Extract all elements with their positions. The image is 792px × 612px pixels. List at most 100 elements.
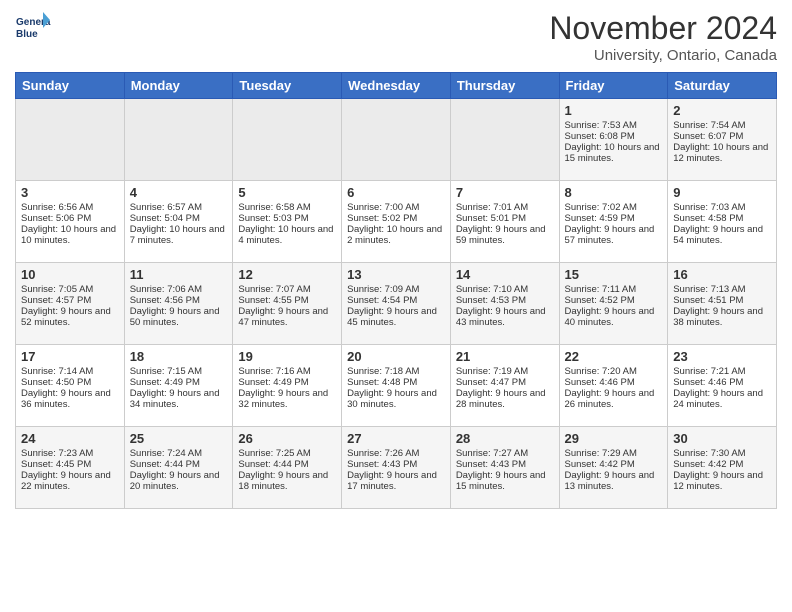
day-number: 7 [456, 185, 554, 200]
daylight-text: Daylight: 9 hours and 50 minutes. [130, 306, 228, 328]
calendar-cell: 17Sunrise: 7:14 AMSunset: 4:50 PMDayligh… [16, 345, 125, 427]
calendar-cell: 26Sunrise: 7:25 AMSunset: 4:44 PMDayligh… [233, 427, 342, 509]
sunset-text: Sunset: 4:53 PM [456, 295, 554, 306]
day-number: 4 [130, 185, 228, 200]
sunrise-text: Sunrise: 7:03 AM [673, 202, 771, 213]
day-number: 11 [130, 267, 228, 282]
header: General Blue November 2024 University, O… [15, 10, 777, 64]
sunset-text: Sunset: 4:55 PM [238, 295, 336, 306]
daylight-text: Daylight: 9 hours and 15 minutes. [456, 470, 554, 492]
sunset-text: Sunset: 4:49 PM [238, 377, 336, 388]
daylight-text: Daylight: 9 hours and 40 minutes. [565, 306, 663, 328]
daylight-text: Daylight: 9 hours and 24 minutes. [673, 388, 771, 410]
sunset-text: Sunset: 4:43 PM [347, 459, 445, 470]
sunset-text: Sunset: 5:03 PM [238, 213, 336, 224]
col-wednesday: Wednesday [342, 73, 451, 99]
day-number: 10 [21, 267, 119, 282]
calendar-cell: 5Sunrise: 6:58 AMSunset: 5:03 PMDaylight… [233, 181, 342, 263]
sunset-text: Sunset: 6:07 PM [673, 131, 771, 142]
sunrise-text: Sunrise: 7:26 AM [347, 448, 445, 459]
day-number: 16 [673, 267, 771, 282]
day-number: 13 [347, 267, 445, 282]
daylight-text: Daylight: 9 hours and 13 minutes. [565, 470, 663, 492]
calendar-cell: 3Sunrise: 6:56 AMSunset: 5:06 PMDaylight… [16, 181, 125, 263]
day-number: 21 [456, 349, 554, 364]
sunrise-text: Sunrise: 7:11 AM [565, 284, 663, 295]
sunrise-text: Sunrise: 7:02 AM [565, 202, 663, 213]
sunset-text: Sunset: 4:42 PM [565, 459, 663, 470]
calendar-cell [233, 99, 342, 181]
sunset-text: Sunset: 5:01 PM [456, 213, 554, 224]
calendar-cell: 19Sunrise: 7:16 AMSunset: 4:49 PMDayligh… [233, 345, 342, 427]
day-number: 22 [565, 349, 663, 364]
sunset-text: Sunset: 6:08 PM [565, 131, 663, 142]
calendar-cell: 1Sunrise: 7:53 AMSunset: 6:08 PMDaylight… [559, 99, 668, 181]
calendar-cell: 8Sunrise: 7:02 AMSunset: 4:59 PMDaylight… [559, 181, 668, 263]
daylight-text: Daylight: 9 hours and 28 minutes. [456, 388, 554, 410]
sunrise-text: Sunrise: 7:15 AM [130, 366, 228, 377]
calendar-cell: 11 Sunrise: 7:06 AMSunset: 4:56 PMDayligh… [124, 263, 233, 345]
col-tuesday: Tuesday [233, 73, 342, 99]
daylight-text: Daylight: 9 hours and 17 minutes. [347, 470, 445, 492]
title-area: November 2024 University, Ontario, Canad… [549, 10, 777, 64]
calendar-week-2: 3Sunrise: 6:56 AMSunset: 5:06 PMDaylight… [16, 181, 777, 263]
sunrise-text: Sunrise: 7:29 AM [565, 448, 663, 459]
calendar-cell: 7 Sunrise: 7:01 AMSunset: 5:01 PMDaylight… [450, 181, 559, 263]
sunrise-text: Sunrise: 6:57 AM [130, 202, 228, 213]
sunset-text: Sunset: 4:52 PM [565, 295, 663, 306]
daylight-text: Daylight: 10 hours and 12 minutes. [673, 142, 771, 164]
day-number: 1 [565, 103, 663, 118]
location-subtitle: University, Ontario, Canada [549, 47, 777, 64]
day-number: 12 [238, 267, 336, 282]
logo: General Blue [15, 10, 55, 51]
col-friday: Friday [559, 73, 668, 99]
day-number: 23 [673, 349, 771, 364]
calendar-cell: 6Sunrise: 7:00 AMSunset: 5:02 PMDaylight… [342, 181, 451, 263]
sunset-text: Sunset: 4:49 PM [130, 377, 228, 388]
sunrise-text: Sunrise: 7:00 AM [347, 202, 445, 213]
calendar-cell [342, 99, 451, 181]
daylight-text: Daylight: 9 hours and 34 minutes. [130, 388, 228, 410]
daylight-text: Daylight: 9 hours and 43 minutes. [456, 306, 554, 328]
sunrise-text: Sunrise: 7:14 AM [21, 366, 119, 377]
day-number: 15 [565, 267, 663, 282]
daylight-text: Daylight: 9 hours and 20 minutes. [130, 470, 228, 492]
daylight-text: Daylight: 9 hours and 18 minutes. [238, 470, 336, 492]
sunrise-text: Sunrise: 7:01 AM [456, 202, 554, 213]
sunset-text: Sunset: 4:43 PM [456, 459, 554, 470]
sunset-text: Sunset: 4:56 PM [130, 295, 228, 306]
calendar-cell: 4Sunrise: 6:57 AMSunset: 5:04 PMDaylight… [124, 181, 233, 263]
daylight-text: Daylight: 9 hours and 12 minutes. [673, 470, 771, 492]
sunset-text: Sunset: 4:48 PM [347, 377, 445, 388]
day-number: 25 [130, 431, 228, 446]
sunset-text: Sunset: 4:45 PM [21, 459, 119, 470]
day-number: 20 [347, 349, 445, 364]
calendar-cell: 22Sunrise: 7:20 AMSunset: 4:46 PMDayligh… [559, 345, 668, 427]
sunrise-text: Sunrise: 7:20 AM [565, 366, 663, 377]
sunset-text: Sunset: 4:44 PM [238, 459, 336, 470]
daylight-text: Daylight: 9 hours and 54 minutes. [673, 224, 771, 246]
sunrise-text: Sunrise: 7:18 AM [347, 366, 445, 377]
header-row: Sunday Monday Tuesday Wednesday Thursday… [16, 73, 777, 99]
sunset-text: Sunset: 4:51 PM [673, 295, 771, 306]
sunrise-text: Sunrise: 7:07 AM [238, 284, 336, 295]
day-number: 8 [565, 185, 663, 200]
day-number: 29 [565, 431, 663, 446]
day-number: 28 [456, 431, 554, 446]
sunset-text: Sunset: 4:50 PM [21, 377, 119, 388]
sunset-text: Sunset: 4:47 PM [456, 377, 554, 388]
day-number: 27 [347, 431, 445, 446]
calendar-cell [124, 99, 233, 181]
daylight-text: Daylight: 9 hours and 59 minutes. [456, 224, 554, 246]
day-number: 17 [21, 349, 119, 364]
daylight-text: Daylight: 9 hours and 26 minutes. [565, 388, 663, 410]
sunrise-text: Sunrise: 7:30 AM [673, 448, 771, 459]
calendar-cell: 30Sunrise: 7:30 AMSunset: 4:42 PMDayligh… [668, 427, 777, 509]
svg-text:Blue: Blue [16, 29, 38, 40]
daylight-text: Daylight: 10 hours and 2 minutes. [347, 224, 445, 246]
sunrise-text: Sunrise: 7:06 AM [130, 284, 228, 295]
sunrise-text: Sunrise: 6:58 AM [238, 202, 336, 213]
month-title: November 2024 [549, 10, 777, 47]
sunrise-text: Sunrise: 7:19 AM [456, 366, 554, 377]
col-monday: Monday [124, 73, 233, 99]
